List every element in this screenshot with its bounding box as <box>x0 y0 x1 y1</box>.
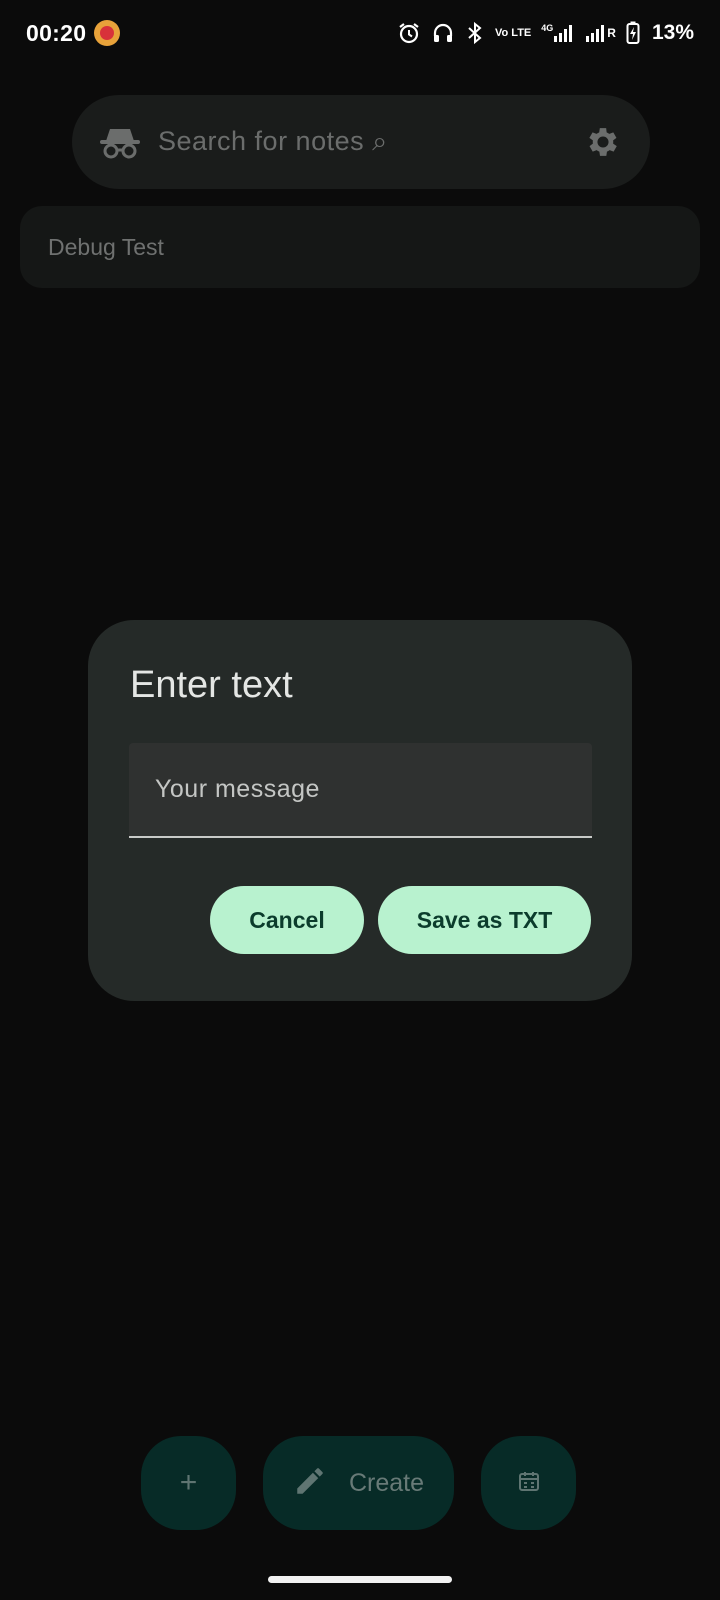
calendar-button[interactable] <box>481 1436 576 1530</box>
status-bar: 00:20 Vo LTE 4G R 13% <box>0 0 720 66</box>
message-input[interactable] <box>155 775 566 804</box>
battery-charging-icon <box>626 21 640 45</box>
volte-indicator: Vo LTE <box>495 27 532 39</box>
gear-icon[interactable] <box>582 121 624 163</box>
screen: 00:20 Vo LTE 4G R 13% Search for notes ⌕… <box>0 0 720 1600</box>
app-notification-icon <box>94 20 121 46</box>
list-item[interactable]: Debug Test <box>20 206 700 288</box>
calendar-icon <box>517 1469 541 1498</box>
enter-text-dialog: Enter text Cancel Save as TXT <box>88 620 632 1001</box>
cancel-button[interactable]: Cancel <box>210 886 364 954</box>
home-indicator[interactable] <box>268 1576 452 1583</box>
headphones-icon <box>431 21 455 45</box>
dialog-title: Enter text <box>130 664 293 706</box>
note-title: Debug Test <box>48 233 164 260</box>
plus-icon: + <box>179 1466 198 1499</box>
create-label: Create <box>348 1468 425 1497</box>
message-field[interactable] <box>129 743 592 838</box>
bluetooth-icon <box>465 21 485 45</box>
add-button[interactable]: + <box>141 1436 236 1530</box>
battery-percentage: 13% <box>651 21 694 44</box>
signal-roaming-icon: R <box>585 23 616 43</box>
alarm-icon <box>397 21 421 45</box>
search-bar[interactable]: Search for notes ⌕ <box>72 95 650 189</box>
clock: 00:20 <box>26 19 87 46</box>
pencil-icon <box>293 1464 327 1503</box>
create-button[interactable]: Create <box>263 1436 454 1530</box>
status-right: Vo LTE 4G R 13% <box>397 21 694 45</box>
status-left: 00:20 <box>26 19 121 47</box>
signal-icon: 4G <box>541 23 575 43</box>
incognito-icon[interactable] <box>98 120 142 164</box>
search-input[interactable]: Search for notes ⌕ <box>158 126 582 158</box>
save-as-txt-button[interactable]: Save as TXT <box>378 886 591 954</box>
